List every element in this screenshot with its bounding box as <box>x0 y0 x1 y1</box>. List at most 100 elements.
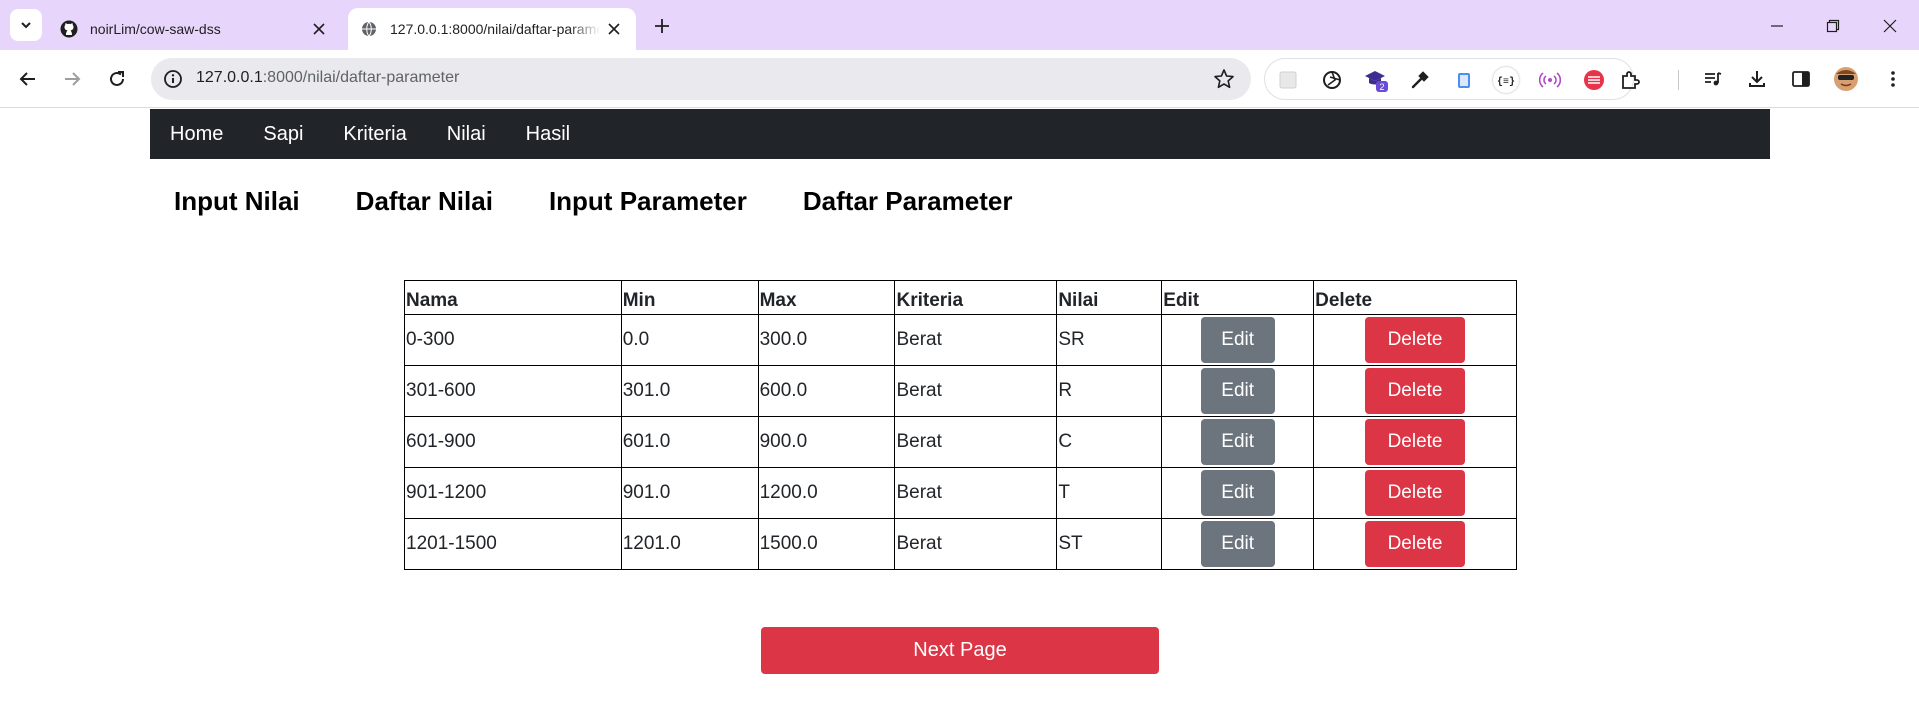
extension-stripes-icon[interactable] <box>1581 67 1607 93</box>
cell-min: 601.0 <box>620 416 759 468</box>
extensions-puzzle-icon[interactable] <box>1617 67 1643 93</box>
close-icon <box>1883 19 1897 33</box>
close-tab-icon[interactable] <box>309 19 329 39</box>
edit-button[interactable]: Edit <box>1200 368 1275 414</box>
parameter-table: Nama Min Max Kriteria Nilai Edit Delete … <box>404 280 1517 570</box>
edit-button[interactable]: Edit <box>1200 470 1275 516</box>
tab-title: 127.0.0.1:8000/nilai/daftar-parameter <box>390 21 600 37</box>
cell-min: 1201.0 <box>620 518 759 570</box>
subnav-daftar-parameter[interactable]: Daftar Parameter <box>803 186 1013 217</box>
download-icon[interactable] <box>1744 66 1770 92</box>
tab-strip: noirLim/cow-saw-dss 127.0.0.1:8000/nilai… <box>0 0 1919 50</box>
cell-nilai: SR <box>1056 314 1163 366</box>
browser-toolbar: 127.0.0.1:8000/nilai/daftar-parameter 2 … <box>0 50 1919 108</box>
delete-button[interactable]: Delete <box>1365 317 1466 363</box>
column-header-min: Min <box>620 280 759 315</box>
delete-button[interactable]: Delete <box>1365 470 1466 516</box>
github-icon <box>60 20 78 38</box>
reload-button[interactable] <box>103 65 131 93</box>
delete-button[interactable]: Delete <box>1365 368 1466 414</box>
cell-edit: Edit <box>1161 416 1315 468</box>
tab-github[interactable]: noirLim/cow-saw-dss <box>58 8 338 50</box>
subnav-input-parameter[interactable]: Input Parameter <box>549 186 747 217</box>
cell-min: 0.0 <box>620 314 759 366</box>
table-row: 301-600 301.0 600.0 Berat R Edit Delete <box>404 365 1517 417</box>
sub-navigation: Input Nilai Daftar Nilai Input Parameter… <box>174 186 1068 217</box>
table-row: 1201-1500 1201.0 1500.0 Berat ST Edit De… <box>404 518 1517 570</box>
cell-kriteria: Berat <box>894 365 1058 417</box>
extension-broadcast-icon[interactable] <box>1537 67 1563 93</box>
next-page-button[interactable]: Next Page <box>761 627 1159 674</box>
table-row: 601-900 601.0 900.0 Berat C Edit Delete <box>404 416 1517 468</box>
site-info-icon[interactable] <box>163 69 183 89</box>
cell-delete: Delete <box>1313 365 1517 417</box>
minimize-button[interactable] <box>1765 14 1789 38</box>
cell-kriteria: Berat <box>894 416 1058 468</box>
profile-avatar[interactable] <box>1833 66 1859 92</box>
cell-nama: 301-600 <box>404 365 622 417</box>
nav-nilai[interactable]: Nilai <box>447 123 486 146</box>
cell-kriteria: Berat <box>894 467 1058 519</box>
delete-button[interactable]: Delete <box>1365 521 1466 567</box>
svg-text:{≡}: {≡} <box>1497 76 1515 87</box>
cell-delete: Delete <box>1313 416 1517 468</box>
extension-blank-icon[interactable] <box>1275 67 1301 93</box>
extension-eyedropper-icon[interactable] <box>1407 67 1433 93</box>
edit-button[interactable]: Edit <box>1200 521 1275 567</box>
address-bar[interactable]: 127.0.0.1:8000/nilai/daftar-parameter <box>151 58 1251 100</box>
url-host: 127.0.0.1 <box>196 69 263 86</box>
media-control-icon[interactable] <box>1700 66 1726 92</box>
cell-max: 1200.0 <box>757 467 896 519</box>
nav-sapi[interactable]: Sapi <box>263 123 303 146</box>
extension-json-icon[interactable]: {≡} <box>1493 67 1519 93</box>
cell-edit: Edit <box>1161 314 1315 366</box>
cell-kriteria: Berat <box>894 314 1058 366</box>
table-header-row: Nama Min Max Kriteria Nilai Edit Delete <box>404 280 1517 315</box>
tab-daftar-parameter[interactable]: 127.0.0.1:8000/nilai/daftar-parameter <box>348 8 636 50</box>
extension-graduation-icon[interactable]: 2 <box>1363 67 1389 93</box>
cell-kriteria: Berat <box>894 518 1058 570</box>
new-tab-button[interactable] <box>650 14 674 38</box>
cell-nama: 601-900 <box>404 416 622 468</box>
nav-kriteria[interactable]: Kriteria <box>343 123 406 146</box>
table-row: 0-300 0.0 300.0 Berat SR Edit Delete <box>404 314 1517 366</box>
main-navbar: Home Sapi Kriteria Nilai Hasil <box>150 109 1770 159</box>
globe-icon <box>360 20 378 38</box>
cell-max: 600.0 <box>757 365 896 417</box>
back-button[interactable] <box>14 65 42 93</box>
delete-button[interactable]: Delete <box>1365 419 1466 465</box>
cell-delete: Delete <box>1313 314 1517 366</box>
extension-aperture-icon[interactable] <box>1319 67 1345 93</box>
restore-icon <box>1826 19 1840 33</box>
browser-menu-icon[interactable] <box>1880 66 1906 92</box>
edit-button[interactable]: Edit <box>1200 419 1275 465</box>
close-tab-icon[interactable] <box>604 19 624 39</box>
side-panel-icon[interactable] <box>1788 66 1814 92</box>
url-path: :8000/nilai/daftar-parameter <box>262 69 460 86</box>
column-header-max: Max <box>757 280 896 315</box>
forward-button[interactable] <box>58 65 86 93</box>
nav-hasil[interactable]: Hasil <box>526 123 570 146</box>
cell-nilai: R <box>1056 365 1163 417</box>
restore-button[interactable] <box>1821 14 1845 38</box>
cell-min: 301.0 <box>620 365 759 417</box>
column-header-kriteria: Kriteria <box>894 280 1058 315</box>
close-window-button[interactable] <box>1878 14 1902 38</box>
plus-icon <box>655 19 669 33</box>
cell-min: 901.0 <box>620 467 759 519</box>
subnav-daftar-nilai[interactable]: Daftar Nilai <box>356 186 493 217</box>
subnav-input-nilai[interactable]: Input Nilai <box>174 186 300 217</box>
bookmark-star-icon[interactable] <box>1213 68 1235 90</box>
nav-home[interactable]: Home <box>170 123 223 146</box>
cell-max: 300.0 <box>757 314 896 366</box>
column-header-nilai: Nilai <box>1056 280 1163 315</box>
tab-search-button[interactable] <box>10 9 42 41</box>
cell-edit: Edit <box>1161 518 1315 570</box>
cell-delete: Delete <box>1313 467 1517 519</box>
extension-clipboard-icon[interactable] <box>1451 67 1477 93</box>
cell-edit: Edit <box>1161 365 1315 417</box>
edit-button[interactable]: Edit <box>1200 317 1275 363</box>
cell-max: 1500.0 <box>757 518 896 570</box>
column-header-delete: Delete <box>1313 280 1517 315</box>
tab-title: noirLim/cow-saw-dss <box>90 21 221 37</box>
